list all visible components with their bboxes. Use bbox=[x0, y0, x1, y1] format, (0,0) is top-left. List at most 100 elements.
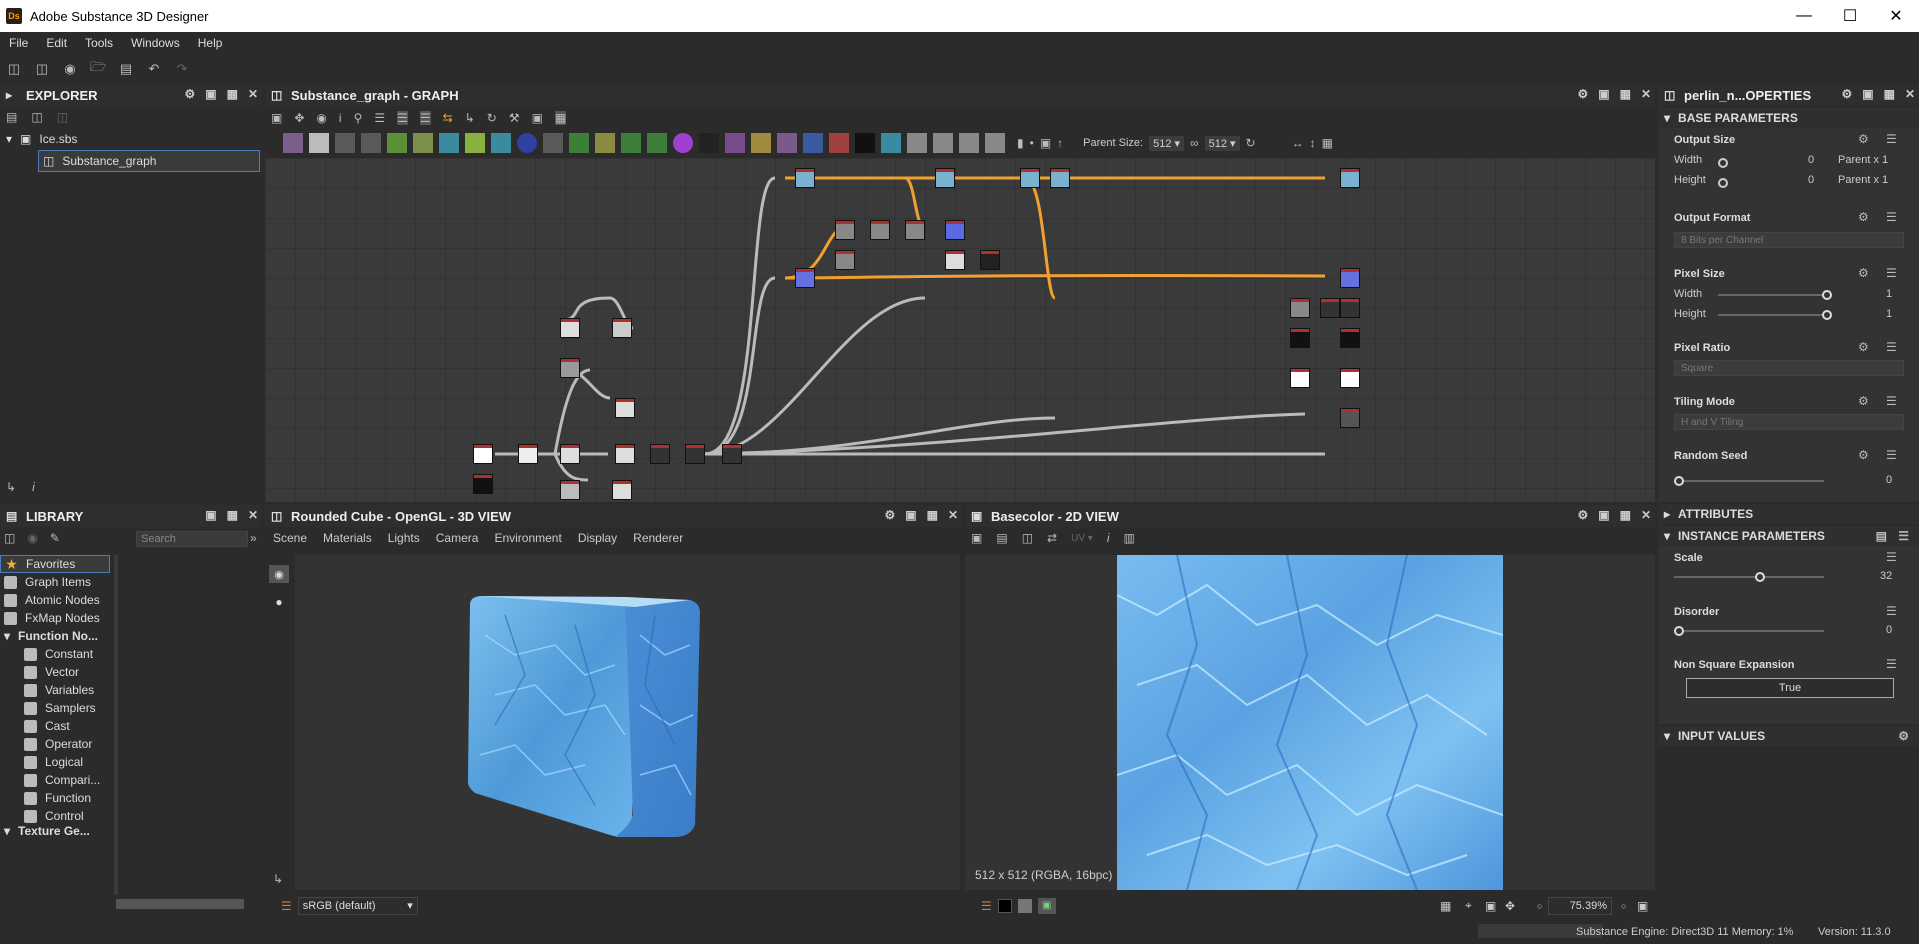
fit-icon[interactable]: ▣ bbox=[971, 531, 982, 545]
layout2-icon[interactable]: ☰ bbox=[419, 111, 431, 125]
menu-windows[interactable]: Windows bbox=[122, 36, 189, 50]
graph-node[interactable] bbox=[835, 220, 855, 240]
slider-knob[interactable] bbox=[1822, 310, 1832, 320]
graph-node[interactable] bbox=[560, 358, 580, 378]
library-item-function[interactable]: Function bbox=[0, 789, 110, 807]
open-folder-icon[interactable]: 🗁 bbox=[90, 59, 106, 77]
center-icon[interactable]: ✥ bbox=[1505, 899, 1515, 913]
reset-size-icon[interactable]: ↻ bbox=[1246, 136, 1256, 150]
graph-node[interactable] bbox=[612, 318, 632, 338]
node-input-icon[interactable] bbox=[855, 133, 875, 153]
param-menu-icon[interactable]: ☰ bbox=[1886, 550, 1897, 564]
graph-node[interactable] bbox=[1340, 368, 1360, 388]
pin-icon[interactable]: ⚙ bbox=[1841, 87, 1852, 101]
graph-node[interactable] bbox=[560, 444, 580, 464]
view3d-menu-display[interactable]: Display bbox=[570, 531, 625, 545]
node-gradient-icon[interactable] bbox=[517, 133, 537, 153]
zoom-reset-icon[interactable]: ○ bbox=[1621, 901, 1626, 911]
expand-arrow-icon[interactable]: ▾ bbox=[6, 132, 12, 146]
param-menu-icon[interactable]: ☰ bbox=[1886, 340, 1897, 354]
float-icon[interactable]: ▣ bbox=[1598, 87, 1609, 101]
maximize-panel-icon[interactable]: ▦ bbox=[1620, 87, 1631, 101]
node-emboss-icon[interactable] bbox=[621, 133, 641, 153]
node-bitmap-icon[interactable] bbox=[283, 133, 303, 153]
layers-icon[interactable]: ☰ bbox=[981, 899, 992, 913]
view3d-menu-renderer[interactable]: Renderer bbox=[625, 531, 691, 545]
output-height-rel[interactable]: Parent x 1 bbox=[1838, 174, 1888, 186]
graph-node[interactable] bbox=[560, 318, 580, 338]
library-category-graph-items[interactable]: Graph Items bbox=[0, 573, 110, 591]
maximize-icon[interactable]: ☐ bbox=[1827, 0, 1873, 32]
node-edge-icon[interactable] bbox=[725, 133, 745, 153]
maximize-panel-icon[interactable]: ▦ bbox=[227, 508, 238, 522]
node-text-icon[interactable] bbox=[777, 133, 797, 153]
menu-edit[interactable]: Edit bbox=[37, 36, 76, 50]
camera-icon[interactable]: ◉ bbox=[316, 111, 326, 125]
output-width-rel[interactable]: Parent x 1 bbox=[1838, 154, 1888, 166]
refresh-icon[interactable]: ◫ bbox=[57, 110, 68, 124]
node-normal-icon[interactable] bbox=[647, 133, 667, 153]
align-v-icon[interactable]: ↕ bbox=[1310, 136, 1316, 150]
node-blend-icon[interactable] bbox=[413, 133, 433, 153]
graph-node[interactable] bbox=[518, 444, 538, 464]
graph-node[interactable] bbox=[945, 220, 965, 240]
minimize-icon[interactable]: — bbox=[1781, 0, 1827, 32]
globe-icon[interactable]: ◉ bbox=[62, 61, 78, 77]
param-menu-icon[interactable]: ☰ bbox=[1886, 657, 1897, 671]
pin-icon[interactable]: ⚙ bbox=[184, 87, 195, 101]
node-grayscale-icon[interactable] bbox=[439, 133, 459, 153]
graph-node[interactable] bbox=[945, 250, 965, 270]
color-bg-icon[interactable]: ▣ bbox=[1037, 897, 1056, 914]
node-color-icon[interactable] bbox=[673, 133, 693, 153]
graph-node[interactable] bbox=[1340, 328, 1360, 348]
instance-parameters-section[interactable]: ▾ INSTANCE PARAMETERS ▤ ☰ bbox=[1658, 526, 1919, 546]
graph-node[interactable] bbox=[980, 250, 1000, 270]
param-menu-icon[interactable]: ☰ bbox=[1898, 529, 1909, 543]
view3d-menu-camera[interactable]: Camera bbox=[428, 531, 487, 545]
node-curve-icon[interactable] bbox=[387, 133, 407, 153]
graph-node[interactable] bbox=[473, 444, 493, 464]
library-search-input[interactable]: Search bbox=[136, 531, 248, 547]
new-package-icon[interactable]: ◫ bbox=[34, 61, 50, 77]
graph-node[interactable] bbox=[685, 444, 705, 464]
maximize-panel-icon[interactable]: ▦ bbox=[927, 508, 938, 522]
copy-icon[interactable]: ◫ bbox=[1022, 531, 1033, 545]
graph-node[interactable] bbox=[1340, 168, 1360, 188]
frame-icon[interactable]: ▣ bbox=[1040, 136, 1051, 150]
float-icon[interactable]: ▣ bbox=[1598, 508, 1609, 522]
distribute-icon[interactable]: ▦ bbox=[1322, 136, 1333, 150]
non-square-toggle-button[interactable]: True bbox=[1686, 678, 1894, 698]
export-icon[interactable]: ◫ bbox=[31, 110, 42, 124]
zoom-input[interactable]: 75.39% bbox=[1548, 896, 1612, 915]
graph-node[interactable] bbox=[1290, 298, 1310, 318]
node-hsl-icon[interactable] bbox=[491, 133, 511, 153]
param-menu-icon[interactable]: ☰ bbox=[1886, 266, 1897, 280]
graph-node[interactable] bbox=[1290, 368, 1310, 388]
link-size-icon[interactable]: ∞ bbox=[1190, 136, 1199, 150]
node-pixel-icon[interactable] bbox=[543, 133, 563, 153]
param-menu-icon[interactable]: ☰ bbox=[1886, 604, 1897, 618]
link-param-icon[interactable]: ⚙ bbox=[1858, 266, 1869, 280]
connect-icon[interactable]: ⇆ bbox=[443, 111, 453, 125]
library-category-function-nodes[interactable]: ▾ Function No... bbox=[0, 627, 110, 645]
settings-icon[interactable]: ⚙ bbox=[1898, 729, 1909, 743]
graph-row[interactable]: ◫ Substance_graph bbox=[38, 150, 260, 172]
close-panel-icon[interactable]: ✕ bbox=[248, 508, 258, 522]
view3d-menu-lights[interactable]: Lights bbox=[380, 531, 428, 545]
pin-node-icon[interactable]: ↑ bbox=[1057, 136, 1063, 150]
edit-icon[interactable]: ✎ bbox=[50, 531, 60, 545]
node-func4-icon[interactable] bbox=[985, 133, 1005, 153]
uv-toggle[interactable]: UV ▾ bbox=[1071, 533, 1093, 544]
comment-icon[interactable]: ▮ bbox=[1017, 136, 1024, 150]
param-menu-icon[interactable]: ☰ bbox=[1886, 448, 1897, 462]
lock-icon[interactable]: ▣ bbox=[1637, 899, 1648, 913]
tiling-mode-dropdown[interactable]: H and V Tiling bbox=[1674, 414, 1904, 430]
node-func3-icon[interactable] bbox=[959, 133, 979, 153]
pin-icon[interactable]: ⚙ bbox=[884, 508, 895, 522]
link-icon[interactable]: ↳ bbox=[465, 111, 475, 125]
node-warp-icon[interactable] bbox=[569, 133, 589, 153]
graph-node[interactable] bbox=[615, 398, 635, 418]
expand-icon[interactable]: » bbox=[250, 531, 257, 545]
pin-icon[interactable]: ⚙ bbox=[1577, 508, 1588, 522]
output-height-knob[interactable] bbox=[1718, 178, 1728, 188]
